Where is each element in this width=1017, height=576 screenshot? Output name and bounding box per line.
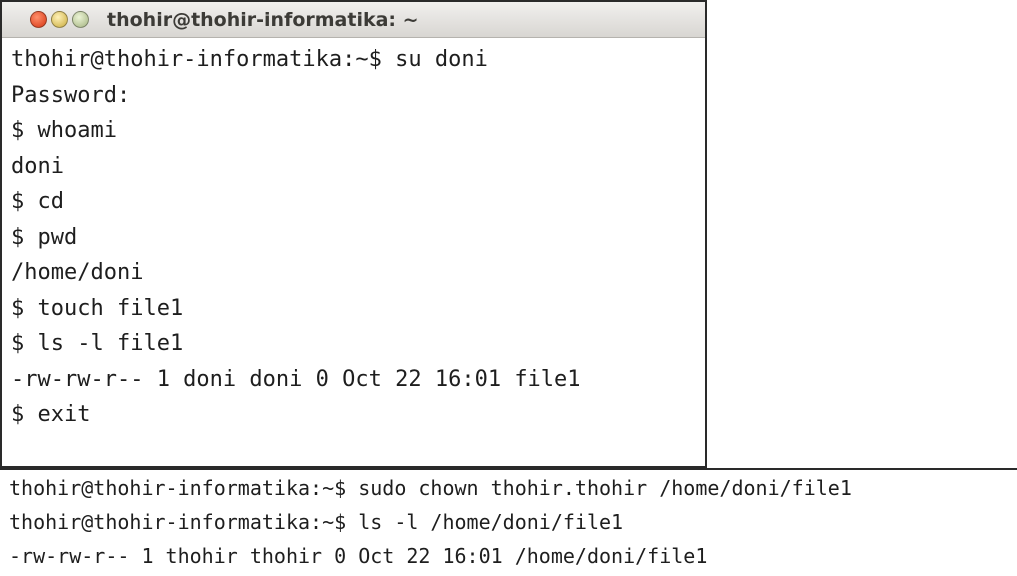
terminal-line: $ ls -l file1 <box>11 331 184 356</box>
maximize-button[interactable] <box>72 11 89 28</box>
terminal-line: $ exit <box>11 402 91 427</box>
terminal-line: /home/doni <box>11 260 144 285</box>
terminal-line: thohir@thohir-informatika:~$ sudo chown … <box>9 476 852 500</box>
window-title: thohir@thohir-informatika: ~ <box>107 8 419 31</box>
terminal-line: $ whoami <box>11 118 117 143</box>
close-button[interactable] <box>30 11 47 28</box>
terminal-output-top[interactable]: thohir@thohir-informatika:~$ su doni Pas… <box>2 38 705 433</box>
title-bar[interactable]: thohir@thohir-informatika: ~ <box>2 2 705 38</box>
terminal-line: thohir@thohir-informatika:~$ su doni <box>11 47 488 72</box>
terminal-line: $ cd <box>11 189 64 214</box>
minimize-button[interactable] <box>51 11 68 28</box>
terminal-line: Password: <box>11 82 131 108</box>
terminal-line: doni <box>11 153 64 179</box>
terminal-output-bottom[interactable]: thohir@thohir-informatika:~$ sudo chown … <box>0 468 1017 576</box>
terminal-line: thohir@thohir-informatika:~$ ls -l /home… <box>9 510 624 534</box>
terminal-line: $ pwd <box>11 224 78 250</box>
terminal-window-top: thohir@thohir-informatika: ~ thohir@thoh… <box>0 0 707 468</box>
terminal-line: $ touch file1 <box>11 295 184 321</box>
terminal-line: -rw-rw-r-- 1 thohir thohir 0 Oct 22 16:0… <box>9 544 708 568</box>
terminal-line: -rw-rw-r-- 1 doni doni 0 Oct 22 16:01 fi… <box>11 366 581 392</box>
